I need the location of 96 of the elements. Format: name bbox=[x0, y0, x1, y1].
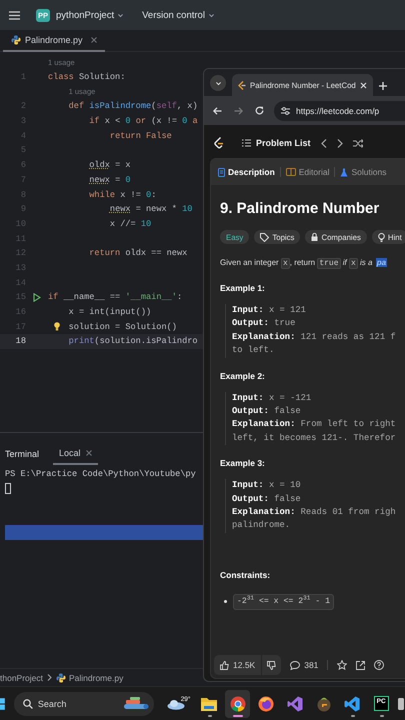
thumbs-down-icon bbox=[267, 660, 276, 670]
back-icon[interactable] bbox=[213, 106, 222, 114]
example-line: Explanation: 121 reads as 121 f bbox=[232, 330, 397, 344]
url-text: https://leetcode.com/p bbox=[296, 106, 380, 116]
example-heading: Example 2: bbox=[220, 370, 266, 382]
version-control-menu[interactable]: Version control bbox=[142, 10, 215, 20]
like-button[interactable]: 12.5K bbox=[214, 655, 262, 675]
code-line: oldx = x bbox=[89, 160, 131, 170]
panel-tab[interactable]: Description bbox=[218, 167, 275, 177]
shuffle-icon[interactable] bbox=[352, 138, 363, 148]
chevron-icon bbox=[117, 12, 124, 18]
star-icon[interactable] bbox=[337, 660, 348, 670]
example-line: Input: x = 10 bbox=[232, 479, 302, 492]
forward-icon[interactable] bbox=[234, 106, 243, 114]
code-line: print(solution.isPalindro bbox=[68, 336, 198, 346]
terminal-line: PS E:\Practice Code\Python\Youtube\py bbox=[5, 468, 197, 481]
code-line: newx = 0 bbox=[89, 174, 131, 185]
document-icon bbox=[218, 168, 225, 176]
code-line: if x < 0 or (x != 0 a bbox=[89, 116, 198, 126]
problem-statement: Given an integer x , return true if x is a pa bbox=[220, 257, 388, 270]
reload-icon[interactable] bbox=[255, 106, 264, 115]
next-icon[interactable] bbox=[336, 138, 343, 148]
code-line: x = int(input()) bbox=[68, 307, 152, 318]
chevron-icon bbox=[208, 12, 215, 18]
fruit-icon bbox=[316, 696, 332, 712]
site-settings-icon[interactable] bbox=[281, 106, 290, 114]
site-icon bbox=[238, 80, 246, 90]
example-line: Input: x = -121 bbox=[232, 392, 312, 405]
comment-icon bbox=[290, 660, 300, 670]
constraint-code: -2$^{31}$ <= x <= 2$^{31}$ - 1 bbox=[233, 594, 334, 610]
python-icon bbox=[56, 672, 66, 682]
panel-tab[interactable]: Solutions bbox=[340, 167, 386, 177]
chevron-icon bbox=[214, 80, 222, 86]
code-line: class Solution: bbox=[48, 72, 126, 82]
code-line: return oldx == newx bbox=[89, 248, 188, 258]
problem-title: 9. Palindrome Number bbox=[220, 199, 380, 219]
fox-browser-icon bbox=[258, 696, 274, 712]
panel-tab[interactable]: Editorial bbox=[286, 167, 330, 177]
line-number: 18 bbox=[14, 336, 26, 346]
tab-search-button[interactable] bbox=[210, 75, 226, 91]
example-line: Output: false bbox=[232, 492, 302, 506]
example-line: left, it becomes 121-. Therefor bbox=[232, 432, 397, 445]
tag-icon bbox=[260, 232, 270, 242]
code-editor-icon bbox=[344, 696, 360, 712]
lightbulb-icon[interactable] bbox=[54, 322, 60, 332]
breadcrumb[interactable]: thonProject bbox=[0, 672, 43, 682]
logo-icon[interactable] bbox=[214, 137, 224, 149]
folder-icon bbox=[201, 696, 218, 710]
example-line: Output: false bbox=[232, 405, 302, 418]
terminal-cursor bbox=[5, 483, 11, 494]
search-field[interactable]: Search bbox=[14, 692, 154, 716]
example-heading: Example 1: bbox=[220, 282, 266, 294]
ribbon-logo-icon bbox=[287, 696, 304, 712]
example-line: Explanation: Reads 01 from righ bbox=[232, 506, 397, 520]
breadcrumb[interactable]: Palindrome.py bbox=[56, 672, 124, 682]
highlight-drawing bbox=[122, 696, 150, 710]
search-icon bbox=[22, 698, 33, 708]
example-line: to left. bbox=[232, 344, 276, 358]
example-line: Explanation: From left to right bbox=[232, 418, 397, 432]
browser-icon bbox=[230, 696, 246, 712]
flask-icon bbox=[340, 168, 348, 176]
bullet-icon bbox=[224, 600, 227, 604]
code-line: return False bbox=[110, 130, 172, 141]
code-line: newx = newx * 10 bbox=[110, 204, 192, 214]
chevron-right-icon bbox=[47, 674, 52, 681]
book-icon bbox=[286, 168, 296, 176]
start-icon[interactable] bbox=[0, 698, 5, 710]
lightbulb-icon bbox=[378, 232, 385, 242]
example-line: Output: true bbox=[232, 317, 296, 330]
example-line: palindrome. bbox=[232, 519, 292, 532]
list-icon bbox=[242, 139, 251, 147]
previous-icon[interactable] bbox=[320, 138, 327, 148]
app-icon bbox=[398, 696, 404, 710]
taskbar-app[interactable] bbox=[225, 690, 250, 718]
code-line: solution = Solution() bbox=[68, 322, 177, 332]
run-icon[interactable] bbox=[33, 292, 41, 302]
share-icon[interactable] bbox=[356, 660, 366, 670]
project-selector[interactable]: pythonProject bbox=[56, 10, 124, 20]
example-line: Input: x = 121 bbox=[232, 304, 307, 317]
python-icon bbox=[11, 35, 21, 45]
code-line: def isPalindrome(self, x) bbox=[68, 101, 198, 112]
terminal-tab[interactable]: Local bbox=[53, 443, 98, 465]
address-bar[interactable]: https://leetcode.com/p bbox=[274, 100, 405, 120]
help-icon[interactable] bbox=[374, 660, 384, 670]
comments-button[interactable]: 381 bbox=[290, 660, 318, 670]
new-tab-icon[interactable] bbox=[378, 82, 387, 90]
panel-title: Terminal bbox=[5, 449, 40, 459]
thumbs-up-icon bbox=[220, 660, 229, 670]
code-line: x //= 10 bbox=[110, 218, 152, 229]
menu-icon[interactable] bbox=[9, 10, 20, 20]
lock-icon bbox=[311, 233, 318, 241]
constraints-heading: Constraints: bbox=[220, 568, 272, 581]
code-line: if __name__ == '__main__': bbox=[48, 292, 182, 302]
code-line: while x != 0: bbox=[89, 190, 156, 200]
example-heading: Example 3: bbox=[220, 457, 266, 470]
problem-list-button[interactable]: Problem List bbox=[242, 138, 311, 148]
